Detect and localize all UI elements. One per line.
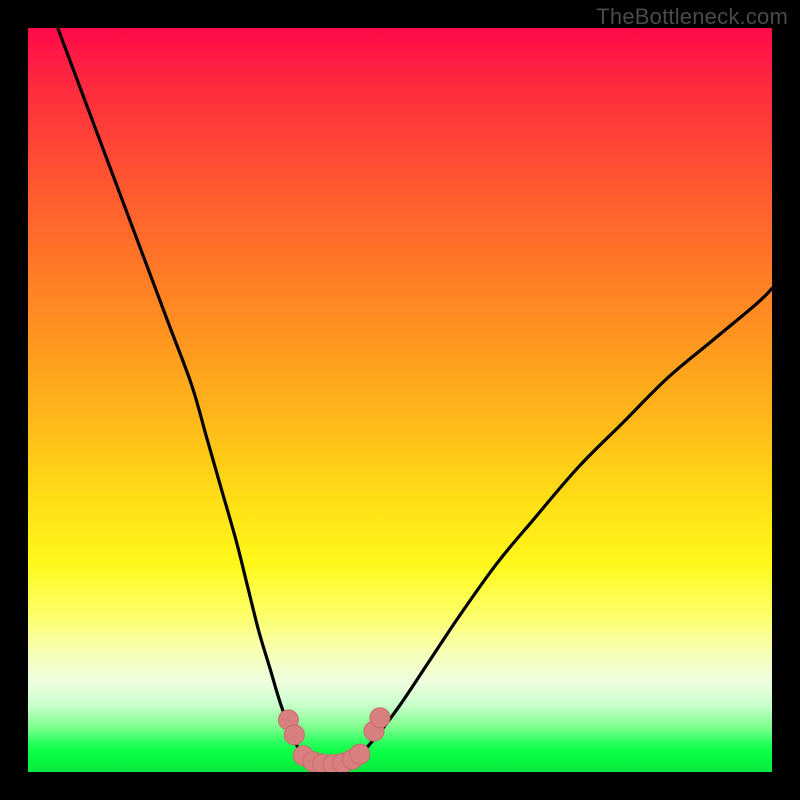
valley-marker bbox=[284, 725, 304, 745]
bottleneck-curve bbox=[58, 28, 772, 765]
valley-marker bbox=[350, 744, 370, 764]
bottleneck-curve-svg bbox=[28, 28, 772, 772]
valley-marker bbox=[370, 708, 390, 728]
chart-frame: TheBottleneck.com bbox=[0, 0, 800, 800]
plot-area bbox=[28, 28, 772, 772]
valley-marker-group bbox=[278, 708, 390, 772]
watermark-text: TheBottleneck.com bbox=[596, 4, 788, 30]
